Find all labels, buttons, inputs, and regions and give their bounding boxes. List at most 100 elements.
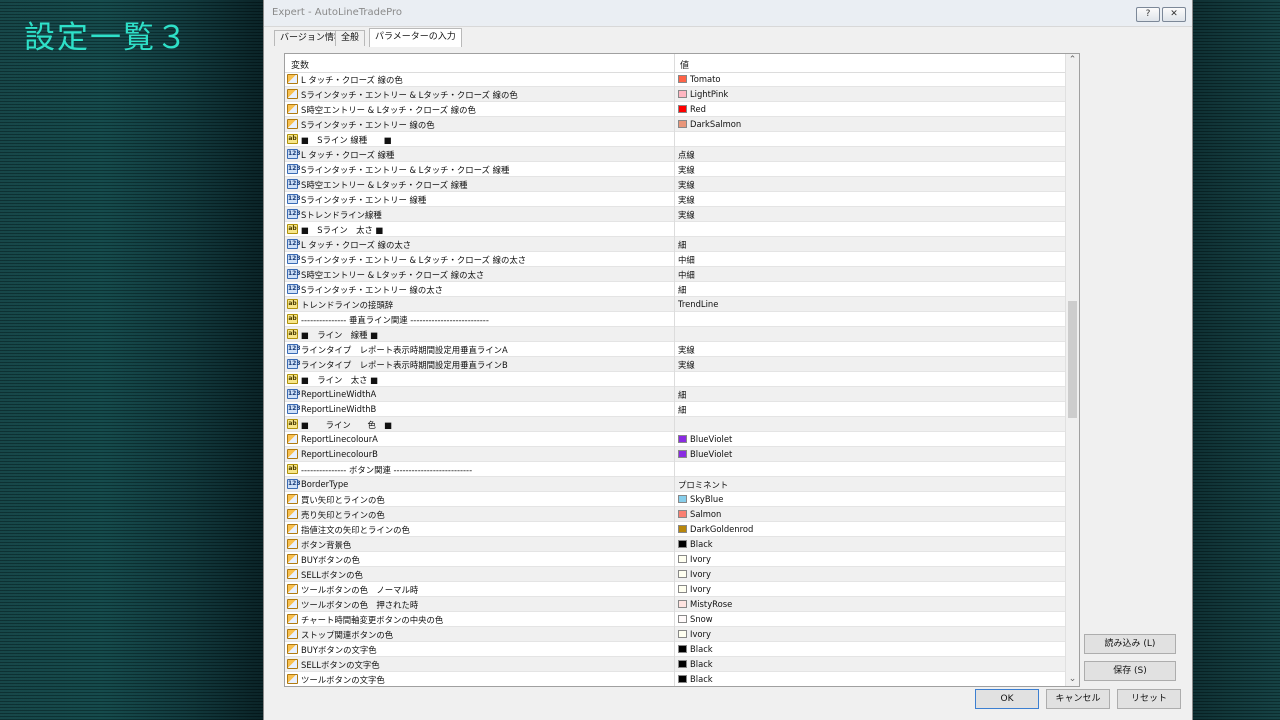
param-value[interactable]: BlueViolet <box>690 449 732 459</box>
table-row[interactable]: 123 ラインタイプ レポート表示時期間設定用垂直ラインA 実線 <box>285 342 1065 357</box>
param-value[interactable]: 中細 <box>678 254 695 266</box>
table-row[interactable]: SELLボタンの色 Ivory <box>285 567 1065 582</box>
param-name: ReportLinecolourA <box>301 434 378 444</box>
param-value[interactable]: BlueViolet <box>690 434 732 444</box>
table-row[interactable]: 123 ラインタイプ レポート表示時期間設定用垂直ラインB 実線 <box>285 357 1065 372</box>
param-value[interactable]: SkyBlue <box>690 494 723 504</box>
reset-button[interactable]: リセット <box>1117 689 1181 709</box>
column-divider <box>674 357 675 372</box>
table-row[interactable]: 指値注文の矢印とラインの色 DarkGoldenrod <box>285 522 1065 537</box>
param-value[interactable]: TrendLine <box>678 299 718 309</box>
param-value[interactable]: 中細 <box>678 269 695 281</box>
param-value[interactable]: DarkGoldenrod <box>690 524 753 534</box>
table-row[interactable]: ReportLinecolourA BlueViolet <box>285 432 1065 447</box>
column-divider <box>674 552 675 567</box>
param-value[interactable]: 細 <box>678 404 686 416</box>
scroll-thumb[interactable] <box>1068 301 1077 418</box>
param-value[interactable]: 実線 <box>678 164 695 176</box>
table-row[interactable]: 123 L タッチ・クローズ 線種 点線 <box>285 147 1065 162</box>
param-value[interactable]: Black <box>690 674 713 684</box>
param-value[interactable]: 細 <box>678 389 686 401</box>
param-value[interactable]: Tomato <box>690 74 721 84</box>
table-row[interactable]: ab --------------- 垂直ライン関連 --------------… <box>285 312 1065 327</box>
table-row[interactable]: ab ■ ライン 色 ■ <box>285 417 1065 432</box>
param-value[interactable]: プロミネント <box>678 479 728 491</box>
table-row[interactable]: ReportLinecolourB BlueViolet <box>285 447 1065 462</box>
param-value[interactable]: Ivory <box>690 554 711 564</box>
load-button[interactable]: 読み込み (L) <box>1084 634 1176 654</box>
table-row[interactable]: 123 S時空エントリー & Lタッチ・クローズ 線種 実線 <box>285 177 1065 192</box>
table-row[interactable]: SELLボタンの文字色 Black <box>285 657 1065 672</box>
param-value[interactable]: Red <box>690 104 706 114</box>
table-row[interactable]: ab ■ Sライン 太さ ■ <box>285 222 1065 237</box>
help-button[interactable]: ? <box>1136 7 1160 22</box>
table-row[interactable]: BUYボタンの文字色 Black <box>285 642 1065 657</box>
color-param-icon <box>287 449 298 459</box>
param-value[interactable]: Black <box>690 644 713 654</box>
scroll-up-arrow-icon[interactable]: ⌃ <box>1066 54 1079 67</box>
param-value[interactable]: Black <box>690 659 713 669</box>
table-row[interactable]: 123 ReportLineWidthA 細 <box>285 387 1065 402</box>
column-divider <box>674 477 675 492</box>
table-row[interactable]: ab トレンドラインの接頭辞 TrendLine <box>285 297 1065 312</box>
table-row[interactable]: Sラインタッチ・エントリー 線の色 DarkSalmon <box>285 117 1065 132</box>
ok-button[interactable]: OK <box>975 689 1039 709</box>
table-row[interactable]: 123 Sラインタッチ・エントリー 線の太さ 細 <box>285 282 1065 297</box>
table-row[interactable]: 123 S時空エントリー & Lタッチ・クローズ 線の太さ 中細 <box>285 267 1065 282</box>
param-value[interactable]: 実線 <box>678 344 695 356</box>
table-row[interactable]: Sラインタッチ・エントリー & Lタッチ・クローズ 線の色 LightPink <box>285 87 1065 102</box>
color-swatch <box>678 540 687 548</box>
table-row[interactable]: ab ■ ライン 太さ ■ <box>285 372 1065 387</box>
table-row[interactable]: ツールボタンの色 ノーマル時 Ivory <box>285 582 1065 597</box>
param-value[interactable]: 実線 <box>678 194 695 206</box>
tab-general[interactable]: 全般 <box>335 30 366 46</box>
table-row[interactable]: チャート時間軸変更ボタンの中央の色 Snow <box>285 612 1065 627</box>
table-row[interactable]: L タッチ・クローズ 線の色 Tomato <box>285 72 1065 87</box>
color-swatch <box>678 75 687 83</box>
param-value[interactable]: 実線 <box>678 179 695 191</box>
table-row[interactable]: 売り矢印とラインの色 Salmon <box>285 507 1065 522</box>
table-row[interactable]: 123 Sラインタッチ・エントリー & Lタッチ・クローズ 線の太さ 中細 <box>285 252 1065 267</box>
vertical-scrollbar[interactable]: ⌃ ⌄ <box>1065 54 1079 686</box>
table-row[interactable]: ツールボタンの文字色 Black <box>285 672 1065 686</box>
column-header-value[interactable]: 値 <box>680 58 689 71</box>
table-row[interactable]: ab --------------- ボタン関連 ----------------… <box>285 462 1065 477</box>
table-row[interactable]: ストップ関連ボタンの色 Ivory <box>285 627 1065 642</box>
param-value[interactable]: Snow <box>690 614 713 624</box>
scroll-down-arrow-icon[interactable]: ⌄ <box>1066 673 1079 686</box>
enum-param-icon: 123 <box>287 194 301 204</box>
table-row[interactable]: 123 Sラインタッチ・エントリー & Lタッチ・クローズ 線種 実線 <box>285 162 1065 177</box>
param-value[interactable]: DarkSalmon <box>690 119 741 129</box>
param-value[interactable]: LightPink <box>690 89 728 99</box>
table-row[interactable]: 123 ReportLineWidthB 細 <box>285 402 1065 417</box>
column-header-variable[interactable]: 変数 <box>291 58 309 71</box>
param-value[interactable]: 実線 <box>678 359 695 371</box>
table-row[interactable]: S時空エントリー & Lタッチ・クローズ 線の色 Red <box>285 102 1065 117</box>
table-row[interactable]: 123 BorderType プロミネント <box>285 477 1065 492</box>
table-row[interactable]: 123 Sラインタッチ・エントリー 線種 実線 <box>285 192 1065 207</box>
param-value[interactable]: MistyRose <box>690 599 732 609</box>
table-row[interactable]: ab ■ Sライン 線種 ■ <box>285 132 1065 147</box>
cancel-button[interactable]: キャンセル <box>1046 689 1110 709</box>
param-value[interactable]: Ivory <box>690 629 711 639</box>
close-button[interactable]: ✕ <box>1162 7 1186 22</box>
param-value[interactable]: Salmon <box>690 509 721 519</box>
save-button[interactable]: 保存 (S) <box>1084 661 1176 681</box>
table-row[interactable]: BUYボタンの色 Ivory <box>285 552 1065 567</box>
table-row[interactable]: ツールボタンの色 押された時 MistyRose <box>285 597 1065 612</box>
param-value[interactable]: 実線 <box>678 209 695 221</box>
param-value[interactable]: Ivory <box>690 584 711 594</box>
table-row[interactable]: 123 Sトレンドライン線種 実線 <box>285 207 1065 222</box>
param-value[interactable]: Black <box>690 539 713 549</box>
table-row[interactable]: ab ■ ライン 線種 ■ <box>285 327 1065 342</box>
param-value[interactable]: 点線 <box>678 149 695 161</box>
param-value[interactable]: Ivory <box>690 569 711 579</box>
column-divider <box>674 567 675 582</box>
table-row[interactable]: 123 L タッチ・クローズ 線の太さ 細 <box>285 237 1065 252</box>
table-row[interactable]: 買い矢印とラインの色 SkyBlue <box>285 492 1065 507</box>
tab-input-parameters[interactable]: パラメーターの入力 <box>369 28 462 47</box>
param-value[interactable]: 細 <box>678 284 686 296</box>
param-value[interactable]: 細 <box>678 239 686 251</box>
param-name: S時空エントリー & Lタッチ・クローズ 線種 <box>301 180 468 190</box>
table-row[interactable]: ボタン背景色 Black <box>285 537 1065 552</box>
